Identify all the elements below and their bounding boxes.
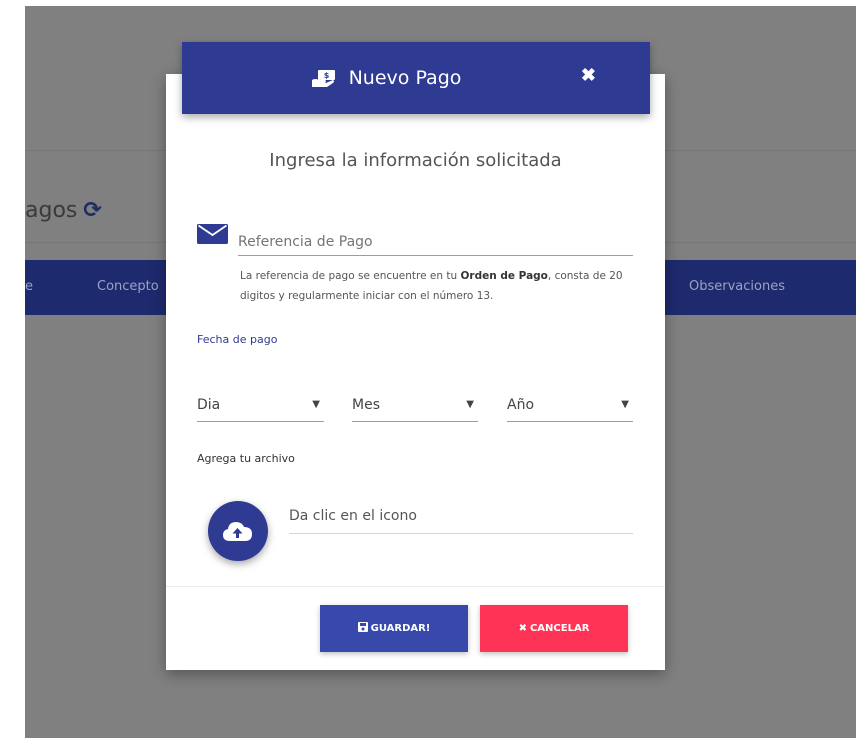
help-text-prefix: La referencia de pago se encuentre en tu xyxy=(240,270,458,282)
cancel-button[interactable]: ✖ CANCELAR xyxy=(480,605,628,652)
modal-footer-divider xyxy=(166,586,665,587)
background-column-header: Concepto xyxy=(97,279,159,294)
payment-reference-help: La referencia de pago se encuentre en tu… xyxy=(240,266,640,306)
money-hand-icon: $ xyxy=(311,70,335,87)
close-icon: ✖ xyxy=(518,623,527,634)
caret-down-icon: ▼ xyxy=(621,399,629,410)
save-button-label: GUARDAR! xyxy=(370,623,431,634)
caret-down-icon: ▼ xyxy=(466,399,474,410)
background-column-header: Observaciones xyxy=(689,279,785,294)
close-modal-button[interactable]: ✖ xyxy=(581,66,596,84)
floppy-disk-icon xyxy=(357,622,368,635)
upload-file-button[interactable] xyxy=(208,501,268,561)
modal-title: Nuevo Pago xyxy=(348,67,462,89)
background-title-text: agos xyxy=(25,198,78,223)
year-select[interactable]: Año ▼ xyxy=(507,388,633,422)
payment-date-label: Fecha de pago xyxy=(197,333,278,346)
svg-text:$: $ xyxy=(323,71,329,80)
save-button[interactable]: GUARDAR! xyxy=(320,605,468,652)
year-select-value: Año xyxy=(507,396,535,413)
cloud-upload-icon xyxy=(223,522,252,541)
modal-title-group: $ Nuevo Pago xyxy=(311,67,462,89)
file-upload-label: Agrega tu archivo xyxy=(197,452,295,465)
file-upload-hint: Da clic en el icono xyxy=(289,508,633,534)
help-text-bold: Orden de Pago xyxy=(460,270,548,282)
refresh-icon: ⟳ xyxy=(83,198,102,223)
day-select-value: Dia xyxy=(197,396,221,413)
month-select-value: Mes xyxy=(352,396,380,413)
day-select[interactable]: Dia ▼ xyxy=(197,388,324,422)
payment-reference-input[interactable] xyxy=(238,228,633,256)
envelope-icon xyxy=(197,224,228,244)
modal-subtitle: Ingresa la información solicitada xyxy=(269,150,562,171)
background-column-header: e xyxy=(25,279,33,294)
month-select[interactable]: Mes ▼ xyxy=(352,388,478,422)
background-page-title: agos ⟳ xyxy=(25,198,102,223)
modal-header: $ Nuevo Pago ✖ xyxy=(182,42,650,114)
cancel-button-label: CANCELAR xyxy=(529,623,590,634)
caret-down-icon: ▼ xyxy=(312,399,320,410)
